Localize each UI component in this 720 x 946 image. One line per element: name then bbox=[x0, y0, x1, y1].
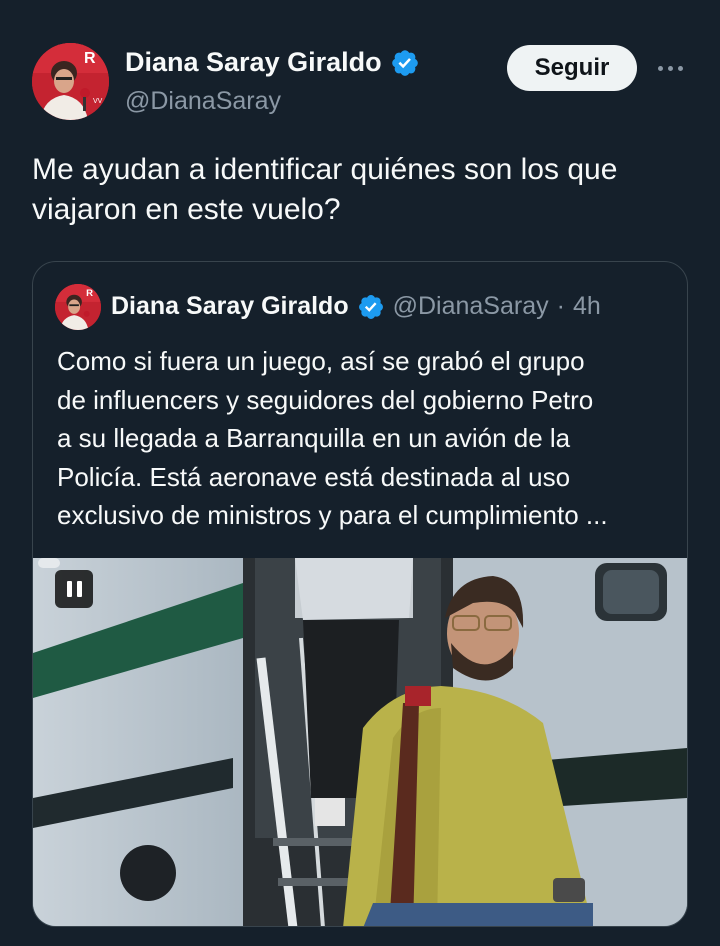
author-name[interactable]: Diana Saray Giraldo bbox=[125, 47, 420, 78]
more-options-icon[interactable] bbox=[652, 52, 688, 84]
quoted-tweet-text: Como si fuera un juego, así se grabó el … bbox=[57, 342, 677, 535]
author-avatar[interactable]: R VV bbox=[32, 43, 109, 120]
quoted-tweet-time[interactable]: 4h bbox=[573, 292, 601, 321]
quoted-text-line: Policía. Está aeronave está destinada al… bbox=[57, 461, 571, 492]
quoted-text-line: Como si fuera un juego, así se grabó el … bbox=[57, 346, 585, 376]
verified-badge-icon bbox=[357, 293, 385, 321]
tweet-text: Me ayudan a identificar quiénes son los … bbox=[32, 150, 692, 230]
svg-text:R: R bbox=[84, 50, 96, 67]
video-frame bbox=[33, 558, 687, 926]
quoted-text-line: de influencers y seguidores del gobierno… bbox=[57, 384, 594, 415]
quoted-tweet-card[interactable]: R Diana Saray Giraldo @DianaSaray · 4h C… bbox=[32, 261, 688, 927]
quoted-text-line: a su llegada a Barranquilla en un avión … bbox=[57, 423, 571, 453]
meta-separator: · bbox=[556, 292, 565, 320]
verified-badge-icon[interactable] bbox=[390, 48, 420, 78]
quoted-author-name[interactable]: Diana Saray Giraldo bbox=[111, 292, 349, 321]
tweet-text-line: Me ayudan a identificar quiénes son los … bbox=[32, 153, 618, 186]
tweet-text-line: viajaron en este vuelo? bbox=[32, 193, 341, 226]
quoted-tweet-header: Diana Saray Giraldo @DianaSaray · 4h bbox=[111, 292, 601, 321]
svg-text:VV: VV bbox=[93, 98, 103, 105]
author-name-text[interactable]: Diana Saray Giraldo bbox=[125, 47, 382, 78]
quoted-author-avatar[interactable]: R bbox=[55, 284, 101, 330]
author-handle[interactable]: @DianaSaray bbox=[125, 87, 281, 116]
video-player[interactable] bbox=[33, 558, 687, 926]
pause-icon[interactable] bbox=[55, 570, 93, 608]
follow-button[interactable]: Seguir bbox=[507, 45, 637, 91]
quoted-text-line: exclusivo de ministros y para el cumplim… bbox=[57, 500, 608, 530]
svg-text:R: R bbox=[86, 288, 93, 299]
quoted-author-handle: @DianaSaray bbox=[392, 292, 549, 320]
